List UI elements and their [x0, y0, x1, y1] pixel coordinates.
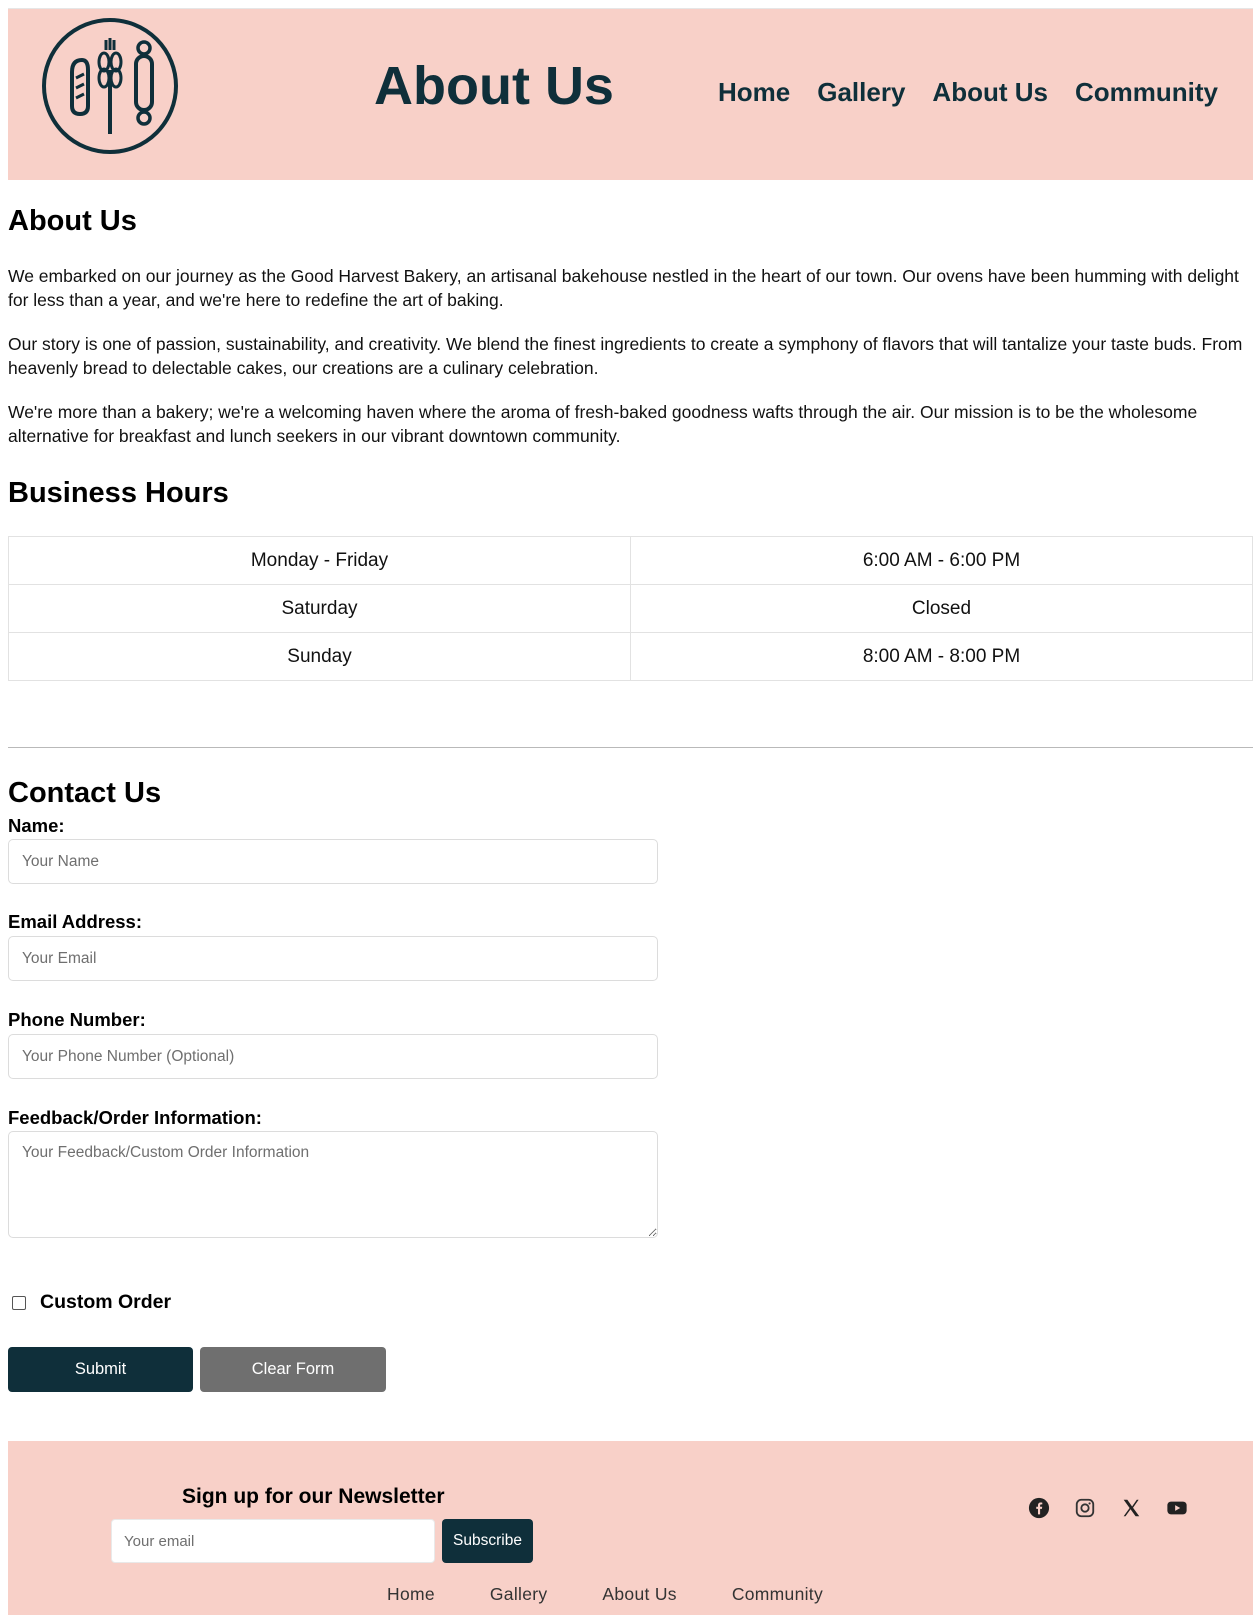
email-label: Email Address:: [8, 911, 142, 932]
hours-time: Closed: [630, 584, 1253, 633]
newsletter-email-input[interactable]: [111, 1519, 435, 1563]
name-label: Name:: [8, 815, 65, 836]
about-paragraph: Our story is one of passion, sustainabil…: [8, 334, 1243, 378]
hours-time: 6:00 AM - 6:00 PM: [630, 536, 1253, 585]
hours-day: Monday - Friday: [8, 536, 631, 585]
feedback-label: Feedback/Order Information:: [8, 1107, 262, 1128]
site-header: About Us Home Gallery About Us Community: [8, 8, 1253, 180]
clear-form-button[interactable]: Clear Form: [200, 1347, 386, 1392]
facebook-icon[interactable]: [1028, 1497, 1050, 1519]
about-heading: About Us: [8, 205, 137, 237]
nav-gallery[interactable]: Gallery: [817, 77, 905, 108]
footer-nav-community[interactable]: Community: [732, 1584, 823, 1605]
page-title: About Us: [374, 56, 614, 116]
table-row: Sunday 8:00 AM - 8:00 PM: [8, 632, 1253, 681]
business-hours-table: Monday - Friday 6:00 AM - 6:00 PM Saturd…: [8, 536, 1253, 681]
nav-about-us[interactable]: About Us: [932, 77, 1048, 108]
footer-nav-home[interactable]: Home: [387, 1584, 435, 1605]
about-paragraph: We embarked on our journey as the Good H…: [8, 266, 1239, 310]
about-paragraph: We're more than a bakery; we're a welcom…: [8, 402, 1198, 446]
custom-order-checkbox[interactable]: [12, 1295, 26, 1310]
subscribe-button[interactable]: Subscribe: [442, 1519, 533, 1563]
footer-nav-gallery[interactable]: Gallery: [490, 1584, 548, 1605]
contact-heading: Contact Us: [8, 777, 162, 809]
feedback-textarea[interactable]: [8, 1131, 658, 1238]
hours-day: Sunday: [8, 632, 631, 681]
x-icon[interactable]: [1120, 1497, 1142, 1519]
footer-nav-about-us[interactable]: About Us: [602, 1584, 676, 1605]
name-input[interactable]: [8, 839, 658, 884]
bakery-logo-icon[interactable]: [38, 14, 182, 158]
youtube-icon[interactable]: [1166, 1497, 1188, 1519]
custom-order-label[interactable]: Custom Order: [40, 1291, 171, 1314]
table-row: Saturday Closed: [8, 584, 1253, 633]
nav-home[interactable]: Home: [718, 77, 790, 108]
nav-community[interactable]: Community: [1075, 77, 1218, 108]
submit-button[interactable]: Submit: [8, 1347, 193, 1392]
section-divider: [8, 747, 1253, 748]
page: About Us Home Gallery About Us Community…: [0, 0, 1253, 1615]
business-hours-heading: Business Hours: [8, 477, 229, 509]
footer-nav: Home Gallery About Us Community: [387, 1584, 878, 1605]
email-input[interactable]: [8, 936, 658, 981]
hours-day: Saturday: [8, 584, 631, 633]
table-row: Monday - Friday 6:00 AM - 6:00 PM: [8, 536, 1253, 585]
main-nav: Home Gallery About Us Community: [718, 77, 1245, 108]
hours-time: 8:00 AM - 8:00 PM: [630, 632, 1253, 681]
phone-input[interactable]: [8, 1034, 658, 1079]
newsletter-title: Sign up for our Newsletter: [182, 1485, 445, 1508]
site-footer: Sign up for our Newsletter Subscribe: [8, 1441, 1253, 1615]
phone-label: Phone Number:: [8, 1009, 146, 1030]
instagram-icon[interactable]: [1074, 1497, 1096, 1519]
social-links: [1028, 1497, 1188, 1519]
custom-order-row: Custom Order: [12, 1291, 171, 1314]
